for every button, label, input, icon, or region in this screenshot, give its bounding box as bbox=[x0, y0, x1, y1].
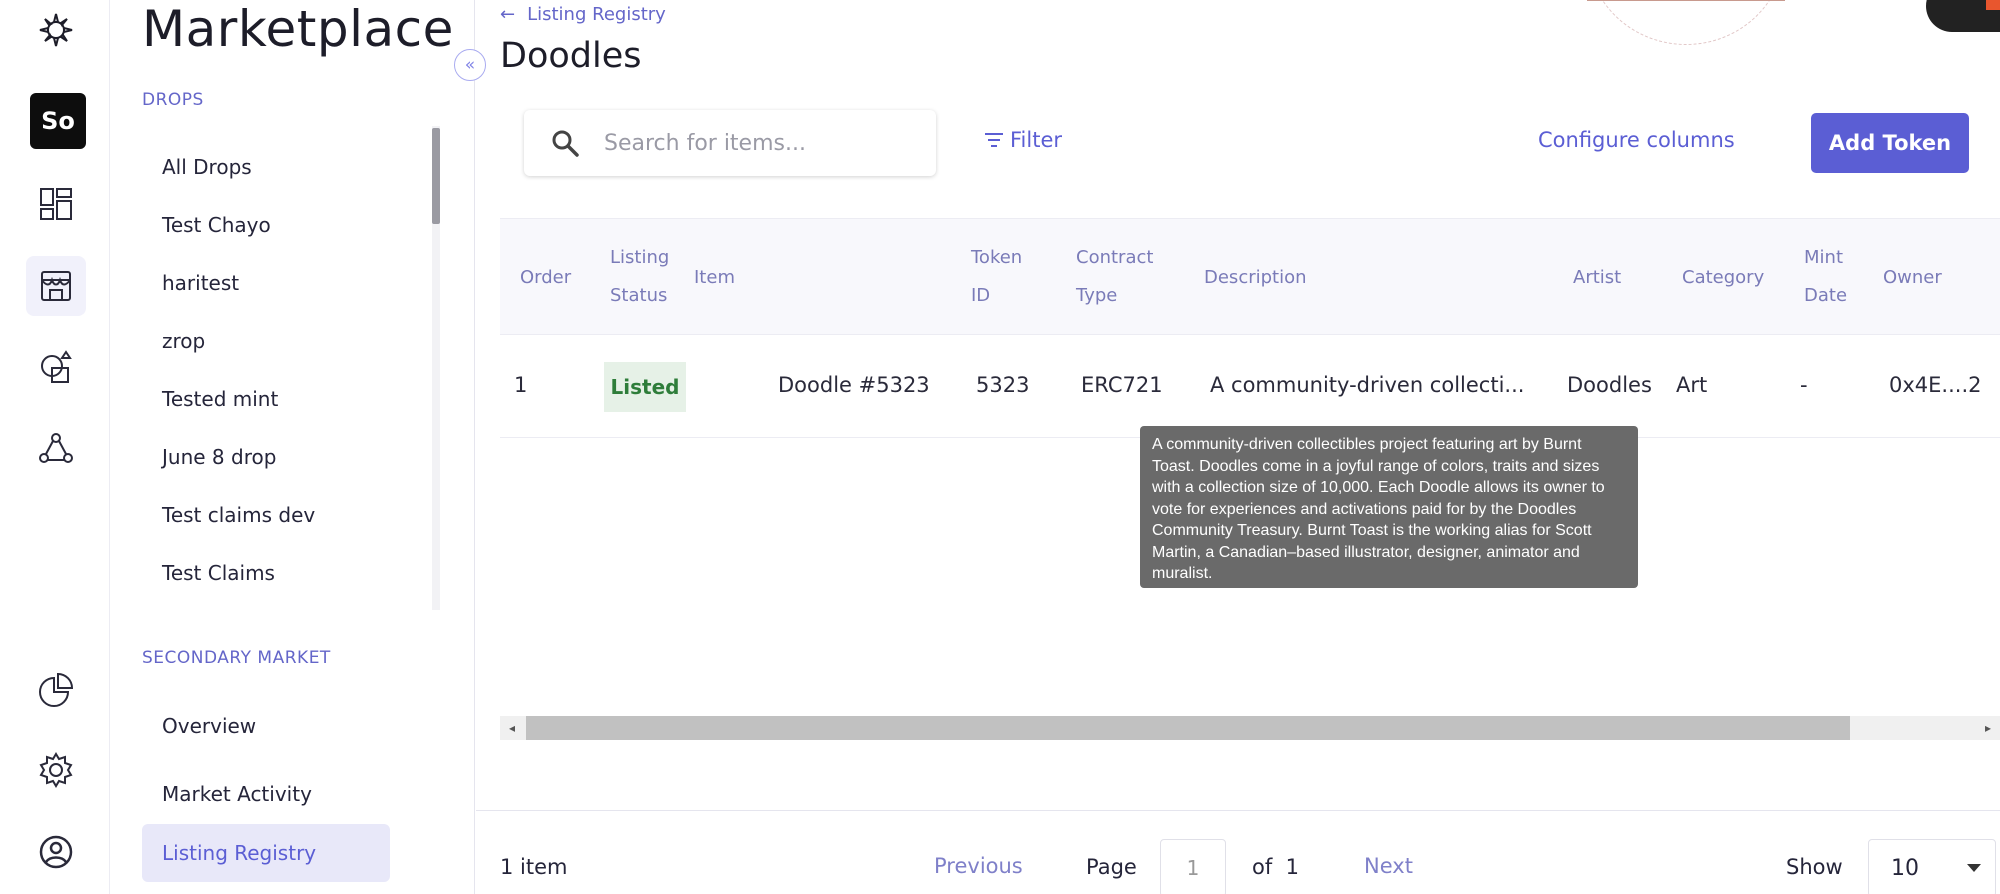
sidebar-item-june-8-drop[interactable]: June 8 drop bbox=[162, 428, 422, 486]
column-header-text: Status bbox=[610, 285, 668, 306]
column-header-text: Mint bbox=[1804, 247, 1843, 268]
network-icon[interactable] bbox=[26, 420, 86, 480]
gear-icon[interactable] bbox=[26, 740, 86, 800]
cell-owner: 0x4E....2 bbox=[1889, 373, 1982, 397]
items-count: 1 item bbox=[500, 855, 568, 879]
cell-mint-date: - bbox=[1800, 373, 1808, 397]
breadcrumb[interactable]: ← Listing Registry bbox=[500, 4, 666, 25]
table-header: Order Listing Status Item Token ID Contr… bbox=[500, 218, 2000, 335]
sidebar-item-test-claims[interactable]: Test Claims bbox=[162, 544, 422, 602]
sidebar: Marketplace DROPS All Drops Test Chayo h… bbox=[110, 0, 475, 894]
chevron-down-icon bbox=[1967, 864, 1981, 872]
column-header-contract-type[interactable]: Contract Type bbox=[1076, 239, 1153, 315]
table-scrollbar-thumb[interactable] bbox=[526, 716, 1850, 740]
user-circle-icon[interactable] bbox=[26, 822, 86, 882]
of-text: of bbox=[1252, 855, 1273, 879]
app-title: Marketplace bbox=[142, 0, 454, 58]
sidebar-item-haritest[interactable]: haritest bbox=[162, 254, 422, 312]
breadcrumb-link[interactable]: Listing Registry bbox=[527, 4, 666, 25]
search-input[interactable] bbox=[604, 130, 904, 156]
column-header-description[interactable]: Description bbox=[1204, 259, 1307, 297]
arrow-left-icon: ← bbox=[500, 4, 516, 25]
column-header-text: Contract bbox=[1076, 247, 1154, 268]
cell-artist: Doodles bbox=[1567, 373, 1652, 397]
column-header-category[interactable]: Category bbox=[1682, 259, 1764, 297]
pie-glyph bbox=[39, 672, 74, 707]
cell-category: Art bbox=[1676, 373, 1708, 397]
column-header-text: Token bbox=[971, 247, 1023, 268]
store-glyph bbox=[41, 271, 71, 301]
page-of-label: of 1 bbox=[1252, 855, 1299, 879]
search-icon bbox=[552, 130, 579, 157]
cell-order: 1 bbox=[514, 373, 528, 397]
drops-section-label: DROPS bbox=[142, 90, 204, 110]
table-row[interactable]: 1 Listed Doodle #5323 5323 ERC721 A comm… bbox=[500, 335, 2000, 438]
user-glyph bbox=[39, 835, 73, 869]
column-header-text: Listing bbox=[610, 247, 670, 268]
filter-button[interactable]: Filter bbox=[984, 128, 1062, 152]
configure-columns-button[interactable]: Configure columns bbox=[1538, 128, 1735, 152]
sidebar-item-tested-mint[interactable]: Tested mint bbox=[162, 370, 422, 428]
pagination-bar: 1 item Previous Page 1 of 1 Next Show 10 bbox=[476, 810, 2000, 894]
previous-page-button[interactable]: Previous bbox=[934, 854, 1023, 878]
filter-icon bbox=[985, 133, 1003, 147]
search-box[interactable] bbox=[524, 110, 936, 176]
workspace-badge[interactable]: So bbox=[30, 93, 86, 149]
notification-pill[interactable] bbox=[1926, 0, 2000, 32]
shapes-glyph bbox=[41, 350, 72, 383]
double-chevron-left-icon: « bbox=[464, 55, 476, 75]
drops-list: All Drops Test Chayo haritest zrop Teste… bbox=[162, 138, 422, 602]
page-label: Page bbox=[1086, 855, 1137, 879]
column-header-text: Date bbox=[1804, 285, 1848, 306]
sidebar-item-test-chayo[interactable]: Test Chayo bbox=[162, 196, 422, 254]
cell-contract-type: ERC721 bbox=[1081, 373, 1163, 397]
page-number-input[interactable]: 1 bbox=[1160, 839, 1226, 894]
shapes-icon[interactable] bbox=[26, 338, 86, 398]
sidebar-item-test-claims-dev[interactable]: Test claims dev bbox=[162, 486, 422, 544]
main-content: ← Listing Registry Doodles Filter Config… bbox=[476, 0, 2000, 894]
column-header-token-id[interactable]: Token ID bbox=[971, 239, 1022, 315]
sidebar-scrollbar-thumb[interactable] bbox=[432, 128, 440, 224]
column-header-item[interactable]: Item bbox=[694, 259, 735, 297]
icon-rail: So bbox=[0, 0, 110, 894]
filter-label: Filter bbox=[1010, 128, 1063, 152]
sidebar-item-overview[interactable]: Overview bbox=[162, 714, 256, 738]
show-label: Show bbox=[1786, 855, 1843, 879]
sidebar-item-market-activity[interactable]: Market Activity bbox=[162, 782, 312, 806]
sidebar-item-zrop[interactable]: zrop bbox=[162, 312, 422, 370]
dashboard-icon[interactable] bbox=[26, 174, 86, 234]
cell-item[interactable]: Doodle #5323 bbox=[778, 373, 930, 397]
cell-description[interactable]: A community-driven collecti... bbox=[1210, 373, 1524, 397]
column-header-text: ID bbox=[971, 285, 991, 306]
flower-logo-icon bbox=[39, 13, 73, 47]
dashboard-glyph bbox=[40, 188, 72, 220]
column-header-mint-date[interactable]: Mint Date bbox=[1804, 239, 1847, 315]
description-tooltip: A community-driven collectibles project … bbox=[1140, 426, 1638, 588]
gear-glyph bbox=[39, 752, 73, 788]
sidebar-item-listing-registry[interactable]: Listing Registry bbox=[142, 824, 390, 882]
secondary-market-section-label: SECONDARY MARKET bbox=[142, 648, 331, 668]
sidebar-item-all-drops[interactable]: All Drops bbox=[162, 138, 422, 196]
storefront-icon[interactable] bbox=[26, 256, 86, 316]
next-page-button[interactable]: Next bbox=[1364, 854, 1413, 878]
column-header-owner[interactable]: Owner bbox=[1883, 259, 1942, 297]
column-header-listing-status[interactable]: Listing Status bbox=[610, 239, 669, 315]
page-title: Doodles bbox=[500, 36, 642, 76]
page-size-value: 10 bbox=[1891, 855, 1919, 881]
profile-image[interactable] bbox=[1586, 0, 1786, 45]
total-pages: 1 bbox=[1285, 855, 1299, 879]
scroll-right-arrow-icon[interactable]: ▸ bbox=[1976, 716, 2000, 740]
cell-token-id: 5323 bbox=[976, 373, 1030, 397]
add-token-button[interactable]: Add Token bbox=[1811, 113, 1969, 173]
column-header-artist[interactable]: Artist bbox=[1573, 259, 1621, 297]
scroll-left-arrow-icon[interactable]: ◂ bbox=[500, 716, 524, 740]
column-header-order[interactable]: Order bbox=[520, 259, 571, 297]
status-badge: Listed bbox=[604, 362, 686, 412]
workspace-badge-label: So bbox=[41, 107, 75, 135]
page-size-select[interactable]: 10 bbox=[1868, 839, 1996, 894]
column-header-text: Type bbox=[1076, 285, 1118, 306]
pie-chart-icon[interactable] bbox=[26, 660, 86, 720]
network-glyph bbox=[39, 433, 73, 463]
logo-icon[interactable] bbox=[26, 0, 86, 60]
